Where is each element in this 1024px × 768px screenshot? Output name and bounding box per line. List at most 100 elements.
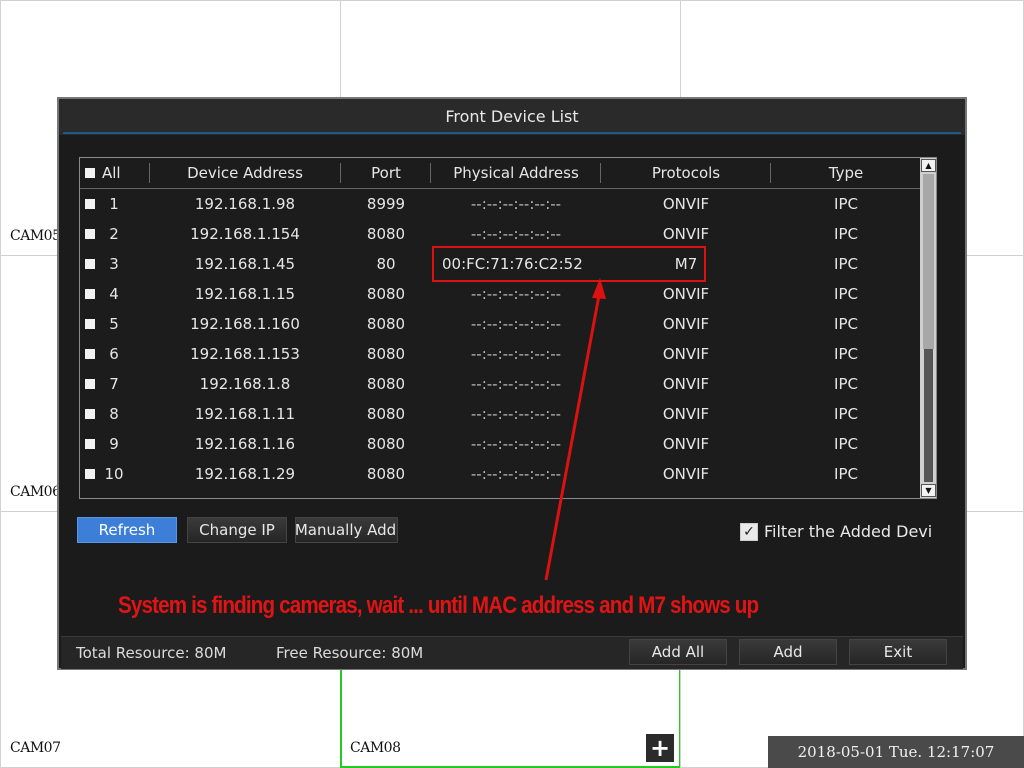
device-address-cell: 192.168.1.15 [194,285,296,303]
title-divider [63,132,961,134]
port-cell: 8080 [366,465,406,483]
triangle-down-icon[interactable]: ▼ [921,484,936,497]
datetime-display: 2018-05-01 Tue. 12:17:07 [768,736,1024,768]
table-row[interactable]: 5 192.168.1.160 8080 --:--:--:--:--:-- ONVIF… [80,309,920,339]
refresh-button[interactable]: Refresh [77,517,177,543]
filter-added-devices-label: Filter the Added Devi [764,522,933,541]
physical-address-cell: --:--:--:--:--:-- [470,195,562,213]
type-cell: IPC [834,465,858,483]
manually-add-button[interactable]: Manually Add [295,517,398,543]
change-ip-button[interactable]: Change IP [187,517,287,543]
free-resource-text: Free Resource: 80M [276,644,424,662]
type-cell: IPC [834,255,858,273]
column-header-device-address: Device Address [187,164,303,182]
protocol-cell: ONVIF [662,195,710,213]
type-cell: IPC [834,375,858,393]
column-header-protocols: Protocols [651,164,721,182]
physical-address-cell: --:--:--:--:--:-- [470,315,562,333]
table-row[interactable]: 4 192.168.1.15 8080 --:--:--:--:--:-- ONVIF I… [80,279,920,309]
protocol-cell: ONVIF [662,225,710,243]
dialog-footer: Total Resource: 80M Free Resource: 80M A… [61,636,963,669]
row-number: 3 [109,255,119,273]
type-cell: IPC [834,285,858,303]
table-row[interactable]: 10 192.168.1.29 8080 --:--:--:--:--:-- ONVIF… [80,459,920,489]
protocol-cell: ONVIF [662,465,710,483]
device-address-cell: 192.168.1.45 [194,255,296,273]
row-checkbox[interactable] [85,349,95,359]
type-cell: IPC [834,435,858,453]
device-address-cell: 192.168.1.98 [194,195,296,213]
device-address-cell: 192.168.1.8 [199,375,291,393]
row-number: 2 [109,225,119,243]
table-row[interactable]: 8 192.168.1.11 8080 --:--:--:--:--:-- ONVIF I… [80,399,920,429]
row-number: 1 [109,195,119,213]
physical-address-cell: --:--:--:--:--:-- [470,435,562,453]
add-all-button[interactable]: Add All [629,639,727,665]
port-cell: 8080 [366,285,406,303]
port-cell: 8080 [366,345,406,363]
checkmark-icon[interactable]: ✓ [740,523,758,541]
row-number: 8 [109,405,119,423]
type-cell: IPC [834,195,858,213]
table-scrollbar[interactable]: ▲ ▼ [920,158,936,498]
scrollbar-thumb[interactable] [923,174,934,349]
physical-address-cell: --:--:--:--:--:-- [470,465,562,483]
port-cell: 8080 [366,315,406,333]
port-cell: 8080 [366,225,406,243]
plus-icon[interactable]: + [646,734,674,762]
front-device-list-dialog: Front Device List All Device Address Por… [57,97,967,670]
dialog-title: Front Device List [59,99,965,135]
device-address-cell: 192.168.1.11 [194,405,296,423]
type-cell: IPC [834,345,858,363]
type-cell: IPC [834,225,858,243]
table-row[interactable]: 9 192.168.1.16 8080 --:--:--:--:--:-- ONVIF I… [80,429,920,459]
type-cell: IPC [834,315,858,333]
table-row[interactable]: 1 192.168.1.98 8999 --:--:--:--:--:-- ONVIF I… [80,189,920,219]
physical-address-cell: --:--:--:--:--:-- [470,345,562,363]
add-button[interactable]: Add [739,639,837,665]
table-row[interactable]: 7 192.168.1.8 8080 --:--:--:--:--:-- ONVIF IP… [80,369,920,399]
camera-label-cam06: CAM06 [10,484,61,500]
camera-label-cam08: CAM08 [350,740,401,756]
total-resource-text: Total Resource: 80M [76,644,227,662]
row-checkbox[interactable] [85,199,95,209]
table-row[interactable]: 2 192.168.1.154 8080 --:--:--:--:--:-- ONVIF… [80,219,920,249]
exit-button[interactable]: Exit [849,639,947,665]
table-row[interactable]: 6 192.168.1.153 8080 --:--:--:--:--:-- ONVIF… [80,339,920,369]
camera-label-cam05: CAM05 [10,228,61,244]
annotation-text: System is finding cameras, wait ... unti… [118,592,759,619]
table-header: All Device Address Port Physical Address… [80,158,920,189]
row-checkbox[interactable] [85,259,95,269]
triangle-up-icon[interactable]: ▲ [921,159,936,172]
row-checkbox[interactable] [85,289,95,299]
row-number: 5 [109,315,119,333]
physical-address-cell: --:--:--:--:--:-- [470,225,562,243]
row-checkbox[interactable] [85,319,95,329]
device-address-cell: 192.168.1.153 [190,345,300,363]
highlight-box [432,246,706,282]
protocol-cell: ONVIF [662,435,710,453]
row-number: 7 [109,375,119,393]
physical-address-cell: --:--:--:--:--:-- [470,375,562,393]
protocol-cell: ONVIF [662,405,710,423]
device-table: All Device Address Port Physical Address… [79,157,937,499]
row-checkbox[interactable] [85,379,95,389]
row-checkbox[interactable] [85,409,95,419]
device-address-cell: 192.168.1.29 [194,465,296,483]
select-all-checkbox[interactable] [85,168,95,178]
physical-address-cell: --:--:--:--:--:-- [470,405,562,423]
protocol-cell: ONVIF [662,345,710,363]
port-cell: 8999 [366,195,406,213]
device-address-cell: 192.168.1.154 [190,225,300,243]
port-cell: 80 [376,255,396,273]
protocol-cell: ONVIF [662,375,710,393]
row-checkbox[interactable] [85,439,95,449]
column-header-port: Port [371,164,401,182]
type-cell: IPC [834,405,858,423]
column-header-all: All [102,164,121,182]
row-number: 6 [109,345,119,363]
port-cell: 8080 [366,405,406,423]
row-checkbox[interactable] [85,229,95,239]
row-checkbox[interactable] [85,469,95,479]
camera-label-cam07: CAM07 [10,740,61,756]
